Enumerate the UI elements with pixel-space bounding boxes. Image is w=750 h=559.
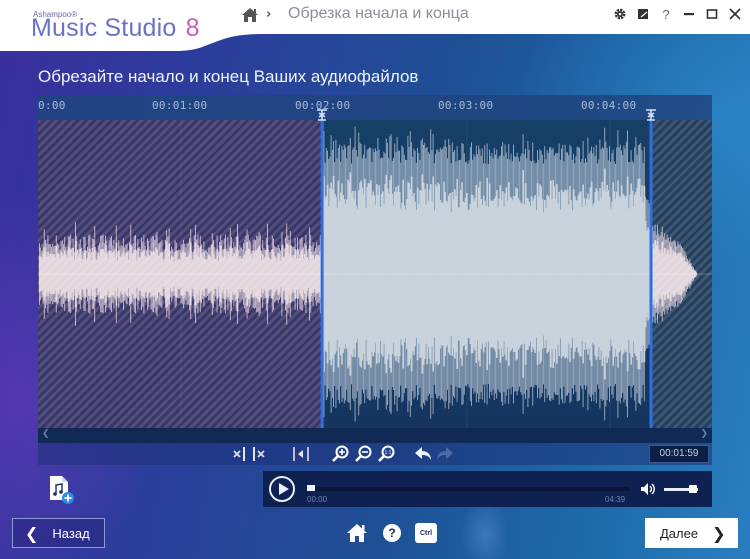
trim-start-marker[interactable] <box>320 120 324 428</box>
current-time: 00:00 <box>307 495 328 504</box>
keyboard-shortcuts-button[interactable]: Ctrl <box>415 522 437 544</box>
note-icon[interactable] <box>636 7 650 21</box>
home-icon[interactable] <box>346 522 368 544</box>
tick-label: 00:03:00 <box>438 99 494 112</box>
brand-version: 8 <box>185 14 200 42</box>
tick-label: 0:00 <box>38 99 66 112</box>
trim-end-handle[interactable] <box>645 109 657 121</box>
section-heading: Обрезайте начало и конец Ваших аудиофайл… <box>38 67 419 86</box>
volume-icon[interactable] <box>640 482 656 496</box>
brand-name: Music Studio <box>31 14 177 42</box>
playback-progress-thumb[interactable] <box>307 485 315 491</box>
help-button[interactable]: ? <box>383 522 401 544</box>
trim-end-marker[interactable] <box>649 120 653 428</box>
total-time: 04:39 <box>605 495 626 504</box>
close-icon[interactable] <box>728 7 742 21</box>
scroll-right-icon[interactable]: ❯ <box>700 429 708 439</box>
back-button[interactable]: ❮ Назад <box>12 518 105 548</box>
add-audio-file-icon[interactable] <box>48 475 74 505</box>
chevron-left-icon: ❮ <box>25 523 39 543</box>
svg-text:1:1: 1:1 <box>385 450 392 456</box>
chevron-right-icon: ❯ <box>712 523 726 543</box>
scroll-left-icon[interactable]: ❮ <box>42 429 50 439</box>
next-label: Далее <box>660 525 699 541</box>
next-button[interactable]: Далее ❯ <box>645 518 738 548</box>
tick-label: 00:04:00 <box>581 99 637 112</box>
playback-progress-track[interactable] <box>307 487 629 491</box>
help-icon[interactable]: ? <box>659 7 673 22</box>
help-icon: ? <box>383 524 401 542</box>
trim-start-handle[interactable] <box>316 109 328 121</box>
minimize-icon[interactable] <box>682 7 696 21</box>
ctrl-key-icon: Ctrl <box>415 523 437 543</box>
back-label: Назад <box>52 525 90 541</box>
play-selection-icon[interactable] <box>292 445 310 463</box>
page-title: Обрезка начала и конца <box>288 5 469 22</box>
zoom-out-icon[interactable] <box>354 445 372 463</box>
tick-label: 00:01:00 <box>152 99 208 112</box>
zoom-fit-icon[interactable]: 1:1 <box>377 445 395 463</box>
app-logo: Music Studio 8 <box>31 14 200 43</box>
audio-player: 00:00 04:39 <box>263 471 712 507</box>
horizontal-scrollbar[interactable]: ❮ ❯ <box>38 428 712 443</box>
volume-slider-thumb[interactable] <box>688 485 697 493</box>
position-time-display: 00:01:59 <box>649 445 709 463</box>
trim-end-icon[interactable] <box>251 445 267 463</box>
undo-icon[interactable] <box>413 445 433 463</box>
zoom-in-icon[interactable] <box>331 445 349 463</box>
redo-icon <box>437 447 453 460</box>
maximize-icon[interactable] <box>705 7 719 21</box>
editor-toolbar: 1:1 00:01:59 <box>38 443 712 465</box>
play-button[interactable] <box>269 476 295 502</box>
trim-start-icon[interactable] <box>232 445 248 463</box>
home-icon[interactable] <box>241 7 259 23</box>
waveform-editor: 0:00 00:01:00 00:02:00 00:03:00 00:04:00 <box>38 95 712 443</box>
timeline-ruler[interactable]: 0:00 00:01:00 00:02:00 00:03:00 00:04:00 <box>38 95 712 120</box>
waveform-canvas[interactable] <box>38 120 712 428</box>
breadcrumb-separator: › <box>266 7 272 22</box>
gear-icon[interactable] <box>613 7 627 21</box>
waveform[interactable] <box>38 120 712 428</box>
window-controls: ? <box>613 7 742 22</box>
